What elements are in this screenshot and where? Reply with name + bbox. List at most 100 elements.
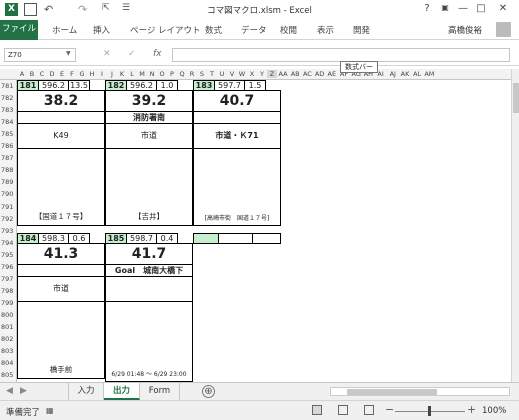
page-break-view-icon[interactable] — [364, 405, 374, 415]
zoom-slider-thumb[interactable] — [428, 406, 431, 416]
column-header[interactable]: E — [57, 70, 67, 78]
tab-file[interactable]: ファイル — [0, 20, 38, 40]
prev-sheet-icon[interactable]: ◀ — [6, 386, 13, 396]
macro-record-icon[interactable]: ▦ — [46, 406, 54, 415]
insert-function-icon[interactable]: fx — [153, 49, 162, 59]
route-note[interactable]: [高崎市街 国道１７号] — [193, 148, 281, 226]
zoom-level[interactable]: 100% — [482, 406, 506, 416]
column-header[interactable]: L — [127, 70, 137, 78]
vertical-scroll-thumb[interactable] — [513, 83, 519, 113]
column-header[interactable]: S — [197, 70, 207, 78]
row-header[interactable]: 782 — [1, 94, 16, 102]
column-header[interactable]: AL — [411, 70, 423, 78]
road-name[interactable] — [105, 276, 193, 302]
column-header[interactable]: T — [207, 70, 217, 78]
column-header[interactable]: G — [77, 70, 87, 78]
vertical-scrollbar[interactable] — [511, 69, 519, 382]
route-note[interactable]: 【国道１７号】 — [17, 148, 105, 226]
maximize-button[interactable]: □ — [474, 3, 488, 14]
total-distance[interactable]: 41.3 — [17, 243, 105, 265]
row-header[interactable]: 786 — [1, 142, 16, 150]
column-header[interactable]: C — [37, 70, 47, 78]
row-header[interactable]: 795 — [1, 251, 16, 259]
avatar[interactable] — [496, 22, 511, 37]
column-header[interactable]: N — [147, 70, 157, 78]
column-header[interactable]: P — [167, 70, 177, 78]
column-header[interactable]: Q — [177, 70, 187, 78]
total-distance[interactable]: 40.7 — [193, 90, 281, 112]
sheet-tab-form[interactable]: Form — [140, 383, 180, 400]
road-name[interactable]: 市道 — [105, 123, 193, 149]
add-sheet-icon[interactable]: ⊕ — [202, 385, 215, 398]
close-button[interactable]: ✕ — [496, 3, 510, 14]
column-header[interactable]: AC — [301, 70, 313, 78]
zoom-out-button[interactable]: − — [385, 403, 394, 416]
row-header[interactable]: 784 — [1, 118, 16, 126]
row-header[interactable]: 791 — [1, 203, 16, 211]
route-note[interactable]: 橋手前 — [17, 301, 105, 379]
row-header[interactable]: 788 — [1, 166, 16, 174]
row-header[interactable]: 785 — [1, 130, 16, 138]
user-name[interactable]: 高橋俊裕 — [448, 24, 482, 36]
column-header[interactable]: Z — [267, 70, 277, 78]
tab-insert[interactable]: 挿入 — [93, 24, 110, 36]
sheet-tab-output[interactable]: 出力 — [104, 383, 140, 400]
row-header[interactable]: 783 — [1, 106, 16, 114]
column-header[interactable]: A — [17, 70, 27, 78]
total-distance[interactable]: 38.2 — [17, 90, 105, 112]
chevron-down-icon[interactable]: ▼ — [66, 50, 71, 57]
column-header[interactable]: W — [237, 70, 247, 78]
column-header[interactable]: F — [67, 70, 77, 78]
tab-formulas[interactable]: 数式 — [205, 24, 222, 36]
column-header[interactable]: U — [217, 70, 227, 78]
column-header[interactable]: K — [117, 70, 127, 78]
column-header[interactable]: AD — [314, 70, 326, 78]
page-layout-view-icon[interactable] — [338, 405, 348, 415]
total-distance[interactable]: 39.2 — [105, 90, 193, 112]
ribbon-display-icon[interactable]: ▣ — [438, 3, 452, 12]
column-header[interactable]: X — [247, 70, 257, 78]
road-name[interactable]: K49 — [17, 123, 105, 149]
column-header[interactable]: AE — [326, 70, 338, 78]
row-header[interactable]: 800 — [1, 311, 16, 319]
row-header[interactable]: 794 — [1, 239, 16, 247]
row-header[interactable]: 781 — [1, 82, 16, 90]
row-header[interactable]: 804 — [1, 359, 16, 367]
route-note[interactable]: 6/29 01:48 ～ 6/29 23:00 — [105, 301, 193, 382]
column-header[interactable]: AJ — [387, 70, 399, 78]
row-header[interactable]: 797 — [1, 275, 16, 283]
horizontal-scroll-thumb[interactable] — [347, 389, 437, 395]
column-header[interactable]: J — [107, 70, 117, 78]
row-header[interactable]: 790 — [1, 190, 16, 198]
row-header[interactable]: 787 — [1, 154, 16, 162]
next-sheet-icon[interactable]: ▶ — [20, 386, 27, 396]
empty-cell[interactable] — [193, 233, 219, 244]
total-distance[interactable]: 41.7 — [105, 243, 193, 265]
tab-data[interactable]: データ — [241, 24, 267, 36]
column-header[interactable]: B — [27, 70, 37, 78]
tab-page-layout[interactable]: ページ レイアウト — [130, 24, 201, 36]
worksheet-grid[interactable]: 181 596.2 13.5 38.2 K49 【国道１７号】 182 596.2 1.0 39.… — [17, 80, 511, 382]
enter-icon[interactable]: ✓ — [128, 49, 136, 59]
row-header[interactable]: 801 — [1, 323, 16, 331]
tab-review[interactable]: 校閲 — [280, 24, 297, 36]
column-header[interactable]: V — [227, 70, 237, 78]
row-header[interactable]: 805 — [1, 371, 16, 379]
cancel-icon[interactable]: ✕ — [103, 49, 111, 59]
horizontal-scrollbar[interactable] — [330, 387, 510, 396]
row-header[interactable]: 798 — [1, 287, 16, 295]
tab-home[interactable]: ホーム — [52, 24, 77, 36]
column-header[interactable]: O — [157, 70, 167, 78]
tab-developer[interactable]: 開発 — [353, 24, 370, 36]
help-button[interactable]: ? — [420, 3, 434, 14]
row-header[interactable]: 789 — [1, 178, 16, 186]
normal-view-icon[interactable] — [312, 405, 322, 415]
zoom-in-button[interactable]: + — [467, 403, 476, 416]
minimize-button[interactable]: — — [456, 3, 470, 14]
row-header[interactable]: 792 — [1, 215, 16, 223]
road-name[interactable]: 市道 — [17, 276, 105, 302]
empty-cell[interactable] — [252, 233, 281, 244]
column-header[interactable]: AA — [277, 70, 289, 78]
formula-input[interactable] — [172, 48, 510, 62]
column-header[interactable]: D — [47, 70, 57, 78]
